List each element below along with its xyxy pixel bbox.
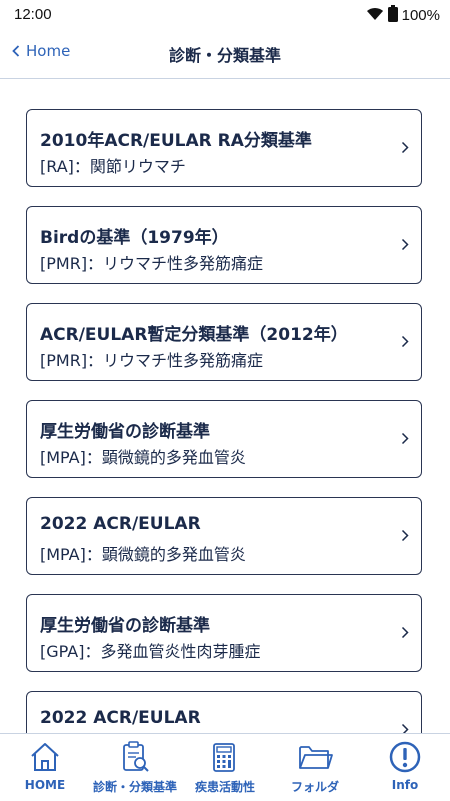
criteria-title: 2010年ACR/EULAR RA分類基準 xyxy=(40,131,312,151)
chevron-right-icon xyxy=(401,238,409,251)
status-time: 12:00 xyxy=(14,6,52,23)
criteria-title: ACR/EULAR暫定分類基準（2012年） xyxy=(40,325,348,345)
chevron-right-icon xyxy=(401,529,409,542)
criteria-disease: [RA]：関節リウマチ xyxy=(40,157,186,176)
home-icon xyxy=(28,740,62,774)
tab-label: 疾患活動性 xyxy=(194,780,255,794)
folder-icon xyxy=(297,740,333,774)
tab-label: HOME xyxy=(24,778,66,792)
criteria-title: 2022 ACR/EULAR xyxy=(40,708,201,728)
criteria-disease: [MPA]：顕微鏡的多発血管炎 xyxy=(40,545,246,564)
tab-info[interactable]: Info xyxy=(360,734,450,801)
criteria-card[interactable]: 厚生労働省の診断基準 [GPA]：多発血管炎性肉芽腫症 xyxy=(26,594,422,672)
page-title: 診断・分類基準 xyxy=(168,46,281,65)
criteria-card[interactable]: 2022 ACR/EULAR xyxy=(26,691,422,733)
criteria-card[interactable]: Birdの基準（1979年） [PMR]：リウマチ性多発筋痛症 xyxy=(26,206,422,284)
clipboard-search-icon xyxy=(118,740,152,774)
chevron-right-icon xyxy=(401,626,409,639)
tab-label: Info xyxy=(391,778,419,792)
info-icon xyxy=(388,740,422,774)
chevron-right-icon xyxy=(401,723,409,733)
criteria-title: 厚生労働省の診断基準 xyxy=(40,422,210,442)
criteria-list[interactable]: 2010年ACR/EULAR RA分類基準 [RA]：関節リウマチ Birdの基… xyxy=(0,79,450,733)
criteria-disease: [MPA]：顕微鏡的多発血管炎 xyxy=(40,448,246,467)
tab-bar: HOME 診断・分類基準 疾患活動性 フォルダ Info xyxy=(0,733,450,801)
chevron-right-icon xyxy=(401,335,409,348)
criteria-card[interactable]: 厚生労働省の診断基準 [MPA]：顕微鏡的多発血管炎 xyxy=(26,400,422,478)
tab-home[interactable]: HOME xyxy=(0,734,90,801)
tab-label: 診断・分類基準 xyxy=(92,780,177,794)
status-indicators: 100% xyxy=(366,5,440,26)
tab-folder[interactable]: フォルダ xyxy=(270,734,360,801)
tab-label: フォルダ xyxy=(290,780,339,794)
status-bar: 12:00 100% xyxy=(0,0,450,30)
criteria-disease: [PMR]：リウマチ性多発筋痛症 xyxy=(40,254,264,273)
criteria-title: 厚生労働省の診断基準 xyxy=(40,616,210,636)
tab-criteria[interactable]: 診断・分類基準 xyxy=(90,734,180,801)
tab-activity[interactable]: 疾患活動性 xyxy=(180,734,270,801)
calculator-icon xyxy=(208,740,242,774)
criteria-card[interactable]: 2010年ACR/EULAR RA分類基準 [RA]：関節リウマチ xyxy=(26,109,422,187)
chevron-right-icon xyxy=(401,432,409,445)
nav-bar: Home 診断・分類基準 xyxy=(0,30,450,79)
chevron-right-icon xyxy=(401,141,409,154)
battery-icon xyxy=(387,5,398,26)
criteria-title: 2022 ACR/EULAR xyxy=(40,514,201,534)
criteria-card[interactable]: ACR/EULAR暫定分類基準（2012年） [PMR]：リウマチ性多発筋痛症 xyxy=(26,303,422,381)
battery-level: 100% xyxy=(401,7,440,24)
criteria-title: Birdの基準（1979年） xyxy=(40,228,229,248)
criteria-card[interactable]: 2022 ACR/EULAR [MPA]：顕微鏡的多発血管炎 xyxy=(26,497,422,575)
criteria-disease: [PMR]：リウマチ性多発筋痛症 xyxy=(40,351,264,370)
wifi-icon xyxy=(366,6,384,25)
criteria-disease: [GPA]：多発血管炎性肉芽腫症 xyxy=(40,642,261,661)
